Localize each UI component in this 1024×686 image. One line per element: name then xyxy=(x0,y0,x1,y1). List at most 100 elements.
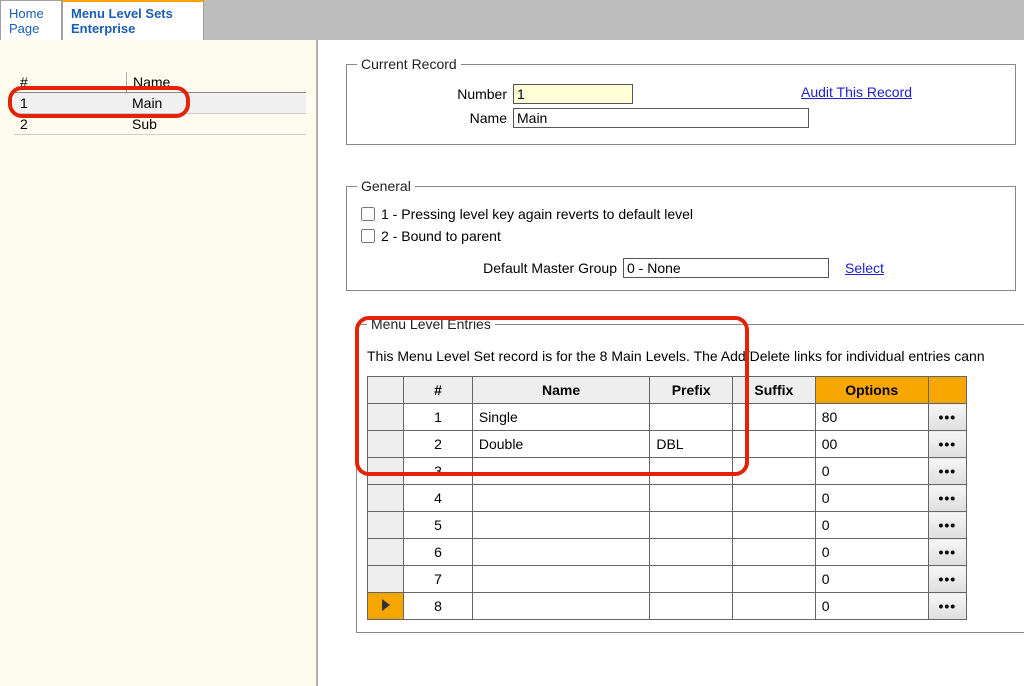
entries-corner xyxy=(368,377,404,404)
cell-prefix[interactable] xyxy=(650,539,733,566)
row-more-button[interactable]: ••• xyxy=(928,512,966,539)
tab-menu-level-sets[interactable]: Menu Level Sets Enterprise xyxy=(62,0,204,40)
cell-num[interactable]: 4 xyxy=(404,485,473,512)
cell-name[interactable] xyxy=(472,566,649,593)
col-header-num[interactable]: # xyxy=(404,377,473,404)
cell-name[interactable] xyxy=(472,593,649,620)
input-name[interactable] xyxy=(513,108,809,128)
cell-name[interactable] xyxy=(472,485,649,512)
table-row[interactable]: 1Single 80••• xyxy=(368,404,967,431)
cell-options[interactable]: 0 xyxy=(815,593,928,620)
table-row[interactable]: 3 0••• xyxy=(368,458,967,485)
cell-options[interactable]: 0 xyxy=(815,539,928,566)
current-row-indicator-icon xyxy=(382,599,390,611)
cell-prefix[interactable] xyxy=(650,458,733,485)
cell-prefix[interactable]: DBL xyxy=(650,431,733,458)
input-number[interactable] xyxy=(513,84,633,104)
cell-options[interactable]: 80 xyxy=(815,404,928,431)
table-row[interactable]: 4 0••• xyxy=(368,485,967,512)
row-more-button[interactable]: ••• xyxy=(928,539,966,566)
row-header[interactable] xyxy=(368,431,404,458)
label-number: Number xyxy=(357,86,513,102)
audit-link[interactable]: Audit This Record xyxy=(801,84,912,100)
row-header[interactable] xyxy=(368,539,404,566)
table-row[interactable]: 7 0••• xyxy=(368,566,967,593)
cell-prefix[interactable] xyxy=(650,512,733,539)
row-more-button[interactable]: ••• xyxy=(928,458,966,485)
row-header[interactable] xyxy=(368,566,404,593)
cell-name[interactable] xyxy=(472,512,649,539)
col-header-options[interactable]: Options xyxy=(815,377,928,404)
cell-suffix[interactable] xyxy=(733,404,816,431)
cell-num[interactable]: 1 xyxy=(404,404,473,431)
input-default-master-group[interactable] xyxy=(623,258,829,278)
col-header-suffix[interactable]: Suffix xyxy=(733,377,816,404)
record-row[interactable]: 2 Sub xyxy=(14,114,306,135)
cell-prefix[interactable] xyxy=(650,593,733,620)
table-row[interactable]: 5 0••• xyxy=(368,512,967,539)
col-header-name[interactable]: Name xyxy=(127,72,306,92)
fieldset-current-record: Current Record Audit This Record Number … xyxy=(346,56,1016,145)
cell-num[interactable]: 8 xyxy=(404,593,473,620)
row-more-button[interactable]: ••• xyxy=(928,485,966,512)
cell-name[interactable] xyxy=(472,539,649,566)
cell-suffix[interactable] xyxy=(733,593,816,620)
cell-prefix[interactable] xyxy=(650,404,733,431)
cell-options[interactable]: 0 xyxy=(815,458,928,485)
legend-entries: Menu Level Entries xyxy=(367,316,495,332)
cell-num[interactable]: 7 xyxy=(404,566,473,593)
row-more-button[interactable]: ••• xyxy=(928,431,966,458)
cell-options[interactable]: 0 xyxy=(815,485,928,512)
tab-home[interactable]: Home Page xyxy=(0,0,62,40)
row-header[interactable] xyxy=(368,593,404,620)
cell-suffix[interactable] xyxy=(733,566,816,593)
row-header[interactable] xyxy=(368,458,404,485)
tab-home-line1: Home xyxy=(9,6,53,21)
row-more-button[interactable]: ••• xyxy=(928,404,966,431)
cell-num[interactable]: 6 xyxy=(404,539,473,566)
fieldset-general: General 1 - Pressing level key again rev… xyxy=(346,178,1016,291)
tab-active-line1: Menu Level Sets xyxy=(71,6,195,21)
row-more-button[interactable]: ••• xyxy=(928,566,966,593)
checkbox-revert-default[interactable] xyxy=(361,207,375,221)
table-row[interactable]: 6 0••• xyxy=(368,539,967,566)
cell-options[interactable]: 00 xyxy=(815,431,928,458)
entries-header-row: # Name Prefix Suffix Options xyxy=(368,377,967,404)
tab-home-line2: Page xyxy=(9,21,53,36)
record-row[interactable]: 1 Main xyxy=(14,93,306,114)
cell-suffix[interactable] xyxy=(733,485,816,512)
entries-table: # Name Prefix Suffix Options 1Single80••… xyxy=(367,376,967,620)
cell-name[interactable]: Single xyxy=(472,404,649,431)
col-header-prefix[interactable]: Prefix xyxy=(650,377,733,404)
col-header-name[interactable]: Name xyxy=(472,377,649,404)
label-name: Name xyxy=(357,110,513,126)
cell-suffix[interactable] xyxy=(733,539,816,566)
row-more-button[interactable]: ••• xyxy=(928,593,966,620)
cell-options[interactable]: 0 xyxy=(815,566,928,593)
cell-options[interactable]: 0 xyxy=(815,512,928,539)
select-link[interactable]: Select xyxy=(845,260,884,276)
row-header[interactable] xyxy=(368,512,404,539)
fieldset-menu-level-entries: Menu Level Entries This Menu Level Set r… xyxy=(356,316,1024,633)
record-row-num: 2 xyxy=(14,114,126,135)
cell-num[interactable]: 2 xyxy=(404,431,473,458)
cell-name[interactable]: Double xyxy=(472,431,649,458)
cell-suffix[interactable] xyxy=(733,512,816,539)
cell-suffix[interactable] xyxy=(733,458,816,485)
cell-prefix[interactable] xyxy=(650,485,733,512)
cell-num[interactable]: 5 xyxy=(404,512,473,539)
col-header-more xyxy=(928,377,966,404)
legend-current-record: Current Record xyxy=(357,56,461,72)
cell-name[interactable] xyxy=(472,458,649,485)
row-header[interactable] xyxy=(368,404,404,431)
checkbox-bound-parent[interactable] xyxy=(361,229,375,243)
table-row[interactable]: 8 0••• xyxy=(368,593,967,620)
table-row[interactable]: 2DoubleDBL 00••• xyxy=(368,431,967,458)
cell-suffix[interactable] xyxy=(733,431,816,458)
label-default-master-group: Default Master Group xyxy=(357,260,623,276)
cell-prefix[interactable] xyxy=(650,566,733,593)
row-header[interactable] xyxy=(368,485,404,512)
col-header-num[interactable]: # xyxy=(14,72,127,92)
cell-num[interactable]: 3 xyxy=(404,458,473,485)
legend-general: General xyxy=(357,178,415,194)
